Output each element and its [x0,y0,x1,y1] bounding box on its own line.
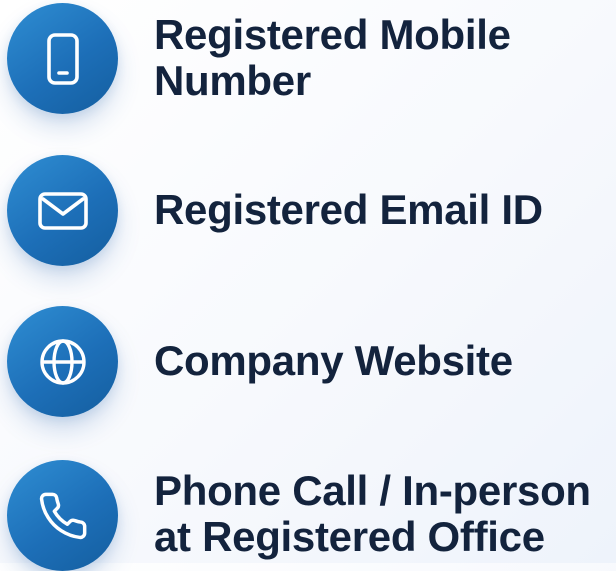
channel-label-line: Number [154,57,311,104]
channel-label-website: Company Website [154,338,513,384]
mobile-icon-badge [7,3,118,114]
contact-channel-list: Registered Mobile Number Registered Emai… [0,0,616,571]
channel-item-mobile: Registered Mobile Number [0,0,616,130]
channel-item-phone: Phone Call / In-person at Registered Off… [0,452,616,571]
channel-label-line: Company Website [154,337,513,384]
channel-item-website: Company Website [0,300,616,430]
channel-label-line: Phone Call / In-person [154,467,591,514]
website-icon-badge [7,306,118,417]
email-icon-badge [7,155,118,266]
channel-item-email: Registered Email ID [0,150,616,280]
channel-label-email: Registered Email ID [154,187,543,233]
channel-label-line: Registered Email ID [154,186,543,233]
globe-icon [39,338,86,385]
phone-handset-icon [39,492,86,539]
channel-label-line: Registered Mobile [154,11,511,58]
channel-label-phone: Phone Call / In-person at Registered Off… [154,468,591,560]
envelope-icon [37,191,88,230]
mobile-phone-icon [46,32,79,85]
channel-label-mobile: Registered Mobile Number [154,12,511,104]
channel-label-line: at Registered Office [154,513,545,560]
phone-icon-badge [7,460,118,571]
